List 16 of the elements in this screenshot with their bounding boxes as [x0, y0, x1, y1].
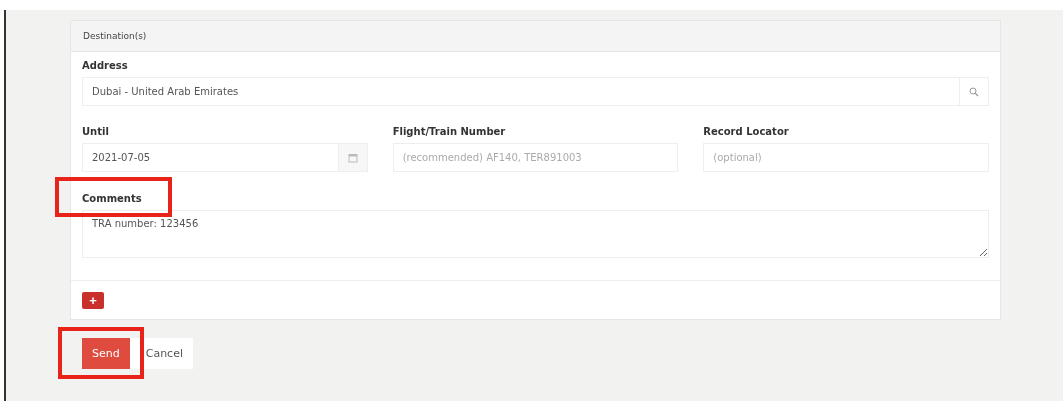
date-field[interactable]: 2021-07-05	[82, 143, 338, 172]
field-label: Comments	[82, 193, 143, 204]
panel-title: Destination(s)	[83, 31, 147, 41]
field-label: Flight/Train Number	[392, 126, 507, 137]
send-button[interactable]: Send	[82, 338, 130, 369]
field-label: Record Locator	[703, 126, 790, 137]
search-icon[interactable]	[959, 77, 989, 106]
field-label: Until	[82, 126, 110, 137]
cancel-button[interactable]: Cancel	[129, 338, 193, 369]
add-button[interactable]: +	[82, 291, 104, 309]
comments-field[interactable]: TRA number: 123456	[82, 210, 989, 258]
address-field[interactable]: Dubai - United Arab Emirates	[82, 77, 959, 106]
record-locator-field[interactable]: (optional)	[703, 143, 989, 172]
flight-number-field[interactable]: (recommended) AF140, TER891003	[392, 143, 679, 172]
calendar-icon[interactable]	[337, 143, 368, 172]
field-label: Address	[82, 60, 129, 71]
